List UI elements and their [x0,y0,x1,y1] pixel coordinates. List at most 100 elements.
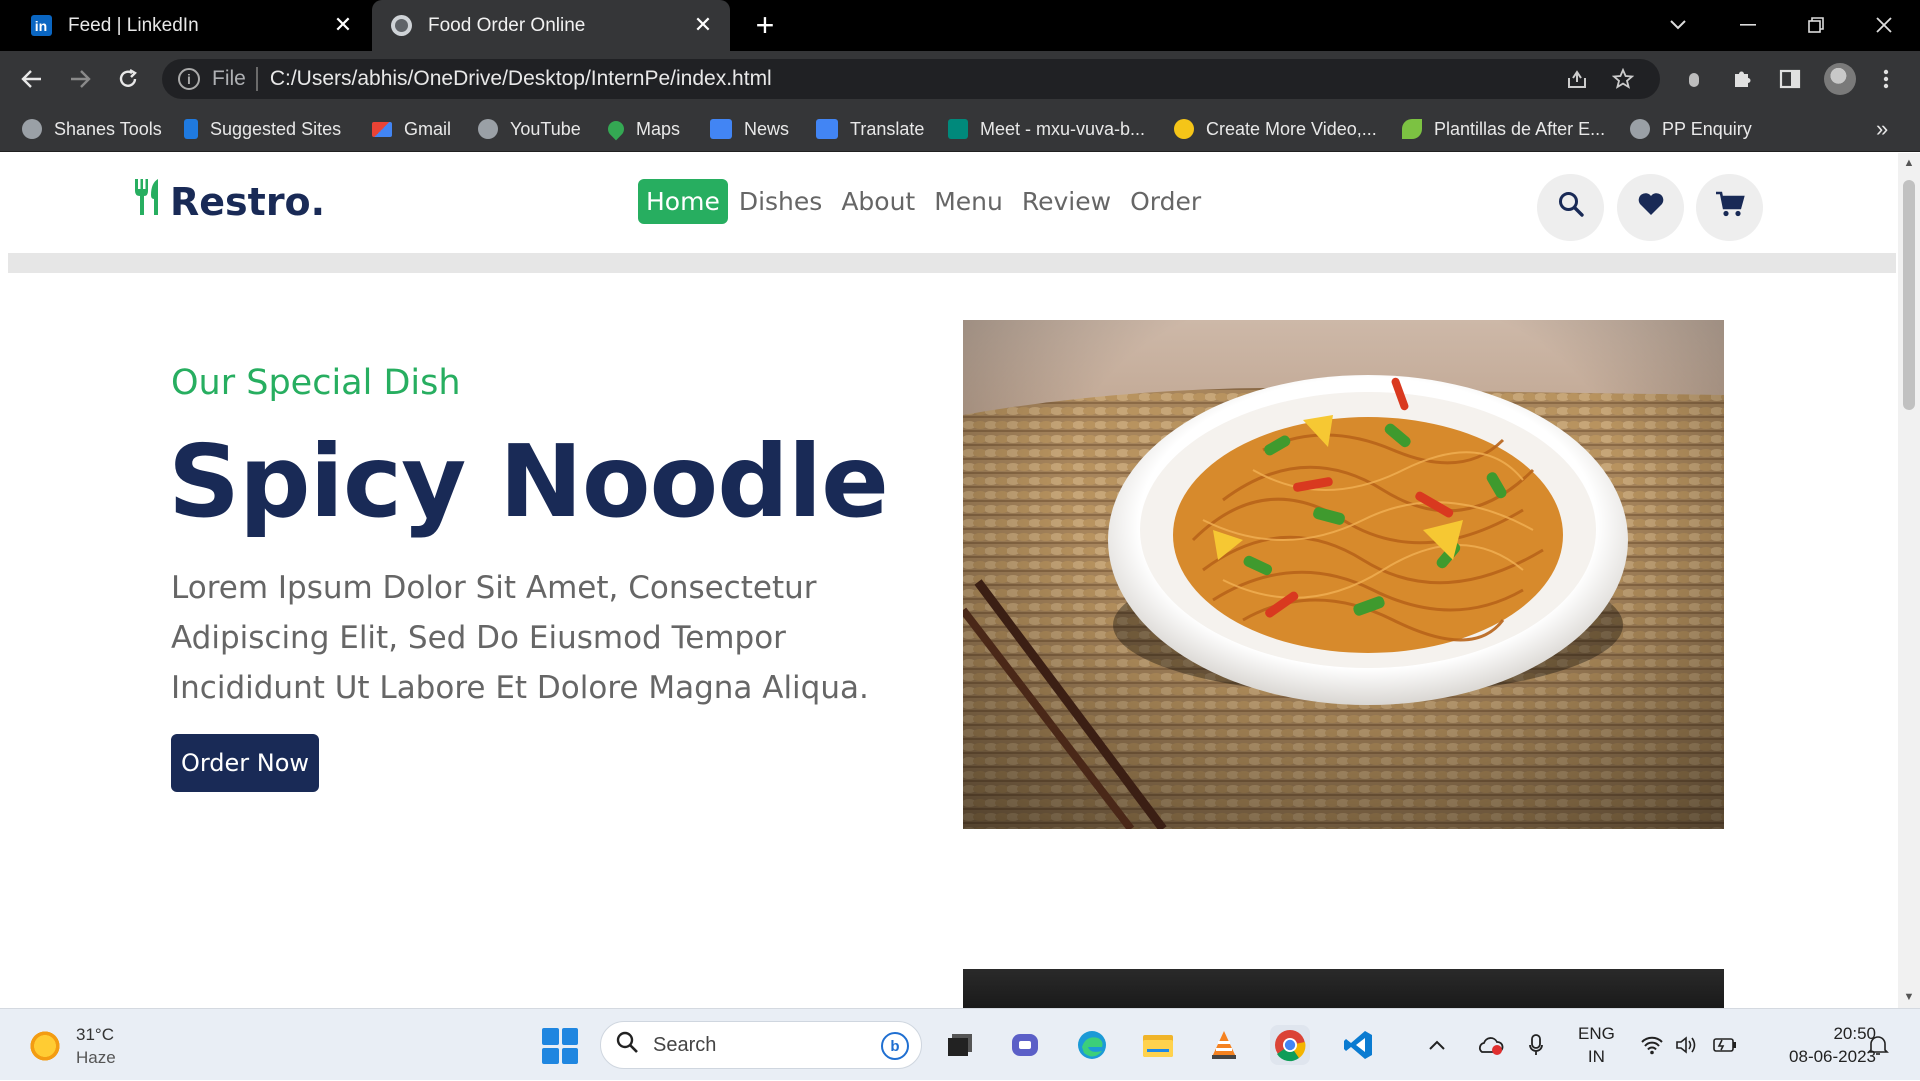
tab-title: Feed | LinkedIn [68,14,199,36]
vlc-icon[interactable] [1204,1025,1244,1065]
tab-strip: in Feed | LinkedIn ✕ Food Order Online ✕… [0,0,1920,51]
os-taskbar: 31°C Haze Search b ENG IN 20:50 08-06-20… [0,1008,1920,1080]
noodle-dish-image [963,320,1724,829]
puzzle-icon[interactable] [1726,63,1758,95]
tab-title: Food Order Online [428,14,586,36]
notifications-icon[interactable] [1866,1009,1890,1081]
bookmark-shanes-tools[interactable]: Shanes Tools [22,107,162,151]
bookmark-star-icon[interactable] [1612,59,1634,99]
tab-linkedin[interactable]: in Feed | LinkedIn ✕ [14,0,370,51]
extension-icon[interactable] [1678,63,1710,95]
tab-food-order[interactable]: Food Order Online ✕ [372,0,730,51]
nav-menu[interactable]: Menu [926,179,1011,224]
cart-button[interactable] [1696,174,1763,241]
onedrive-error-icon[interactable] [1476,1009,1504,1081]
weather-condition: Haze [76,1048,116,1067]
teams-chat-icon[interactable] [1006,1025,1046,1065]
utensils-icon [132,177,166,227]
site-logo[interactable]: Restro. [132,177,325,227]
bookmark-label: Meet - mxu-vuva-b... [980,118,1146,139]
search-icon [615,1030,639,1061]
volume-icon[interactable] [1675,1009,1699,1081]
profile-avatar[interactable] [1824,63,1856,95]
globe-icon [22,119,42,139]
order-now-button[interactable]: Order Now [171,734,319,792]
globe-icon [390,15,412,37]
wifi-icon[interactable] [1640,1009,1664,1081]
bookmark-suggested-sites[interactable]: Suggested Sites [184,107,341,151]
new-tab-button[interactable]: + [748,7,782,43]
bookmark-label: Create More Video,... [1206,118,1377,139]
nav-review[interactable]: Review [1014,179,1119,224]
bookmark-translate[interactable]: Translate [816,107,924,151]
nav-order[interactable]: Order [1122,179,1209,224]
bookmark-create-video[interactable]: Create More Video,... [1174,107,1377,151]
close-tab-icon[interactable]: ✕ [330,12,356,38]
file-explorer-icon[interactable] [1138,1025,1178,1065]
scroll-up-icon[interactable]: ▲ [1903,157,1915,169]
bookmark-meet[interactable]: Meet - mxu-vuva-b... [948,107,1145,151]
system-clock[interactable]: 20:50 08-06-2023 [1762,1022,1876,1068]
weather-widget[interactable]: 31°C Haze [28,1023,116,1069]
weather-temp: 31°C [76,1025,114,1044]
hero-description: Lorem Ipsum Dolor Sit Amet, Consectetur … [171,570,869,706]
back-icon[interactable] [14,61,50,97]
battery-icon[interactable] [1712,1009,1738,1081]
minimize-icon[interactable] [1726,8,1770,42]
url-text[interactable]: C:/Users/abhis/OneDrive/Desktop/InternPe… [270,67,772,91]
tab-search-chevron-icon[interactable] [1656,8,1700,42]
bookmark-pp-enquiry[interactable]: PP Enquiry [1630,107,1752,151]
logo-text: Restro [170,180,311,224]
search-button[interactable] [1537,174,1604,241]
chrome-icon[interactable] [1270,1025,1310,1065]
info-icon[interactable]: i [178,68,200,90]
bookmark-label: Translate [850,118,925,139]
cart-icon [1715,190,1745,225]
menu-kebab-icon[interactable] [1870,63,1902,95]
bookmarks-overflow-button[interactable]: » [1876,107,1888,151]
nav-dishes[interactable]: Dishes [731,179,830,224]
address-bar[interactable]: i File C:/Users/abhis/OneDrive/Desktop/I… [162,59,1660,99]
side-panel-icon[interactable] [1774,63,1806,95]
maps-icon [604,117,628,141]
share-icon[interactable] [1566,59,1588,99]
windows-start-icon[interactable] [542,1028,578,1064]
nav-about[interactable]: About [833,179,923,224]
microphone-icon[interactable] [1528,1009,1544,1081]
bookmark-maps[interactable]: Maps [604,107,681,151]
page-scrollbar[interactable]: ▲ ▼ [1898,153,1920,1008]
close-tab-icon[interactable]: ✕ [690,12,716,38]
dollar-icon [1174,119,1194,139]
gmail-icon [372,121,392,137]
clock-time: 20:50 [1833,1024,1876,1043]
bookmark-youtube[interactable]: YouTube [478,107,581,151]
search-placeholder: Search [653,1033,717,1056]
bookmark-label: Maps [636,118,681,139]
header-divider [8,253,1896,273]
bookmark-label: Shanes Tools [54,118,162,139]
bing-icon[interactable]: b [881,1032,909,1060]
bookmark-news[interactable]: News [710,107,789,151]
bookmark-gmail[interactable]: Gmail [372,107,451,151]
globe-icon [478,119,498,139]
hero-eyebrow: Our Special Dish [171,363,461,403]
scroll-thumb[interactable] [1903,180,1915,410]
page-viewport: Restro. Home Dishes About Menu Review Or… [0,153,1898,1008]
globe-icon [1630,119,1650,139]
forward-icon[interactable] [62,61,98,97]
reload-icon[interactable] [110,61,146,97]
bookmark-plantillas[interactable]: Plantillas de After E... [1402,107,1605,151]
edge-icon[interactable] [1072,1025,1112,1065]
restore-icon[interactable] [1794,8,1838,42]
divider [255,67,258,91]
taskbar-search[interactable]: Search b [600,1021,922,1069]
show-hidden-icons-chevron-icon[interactable] [1428,1009,1446,1081]
vscode-icon[interactable] [1338,1025,1378,1065]
favorites-button[interactable] [1617,174,1684,241]
nav-home[interactable]: Home [638,179,728,224]
bookmark-label: Plantillas de After E... [1434,118,1606,139]
close-window-icon[interactable] [1862,8,1906,42]
scroll-down-icon[interactable]: ▼ [1903,991,1915,1003]
task-view-icon[interactable] [940,1025,980,1065]
language-indicator[interactable]: ENG IN [1578,1022,1615,1068]
